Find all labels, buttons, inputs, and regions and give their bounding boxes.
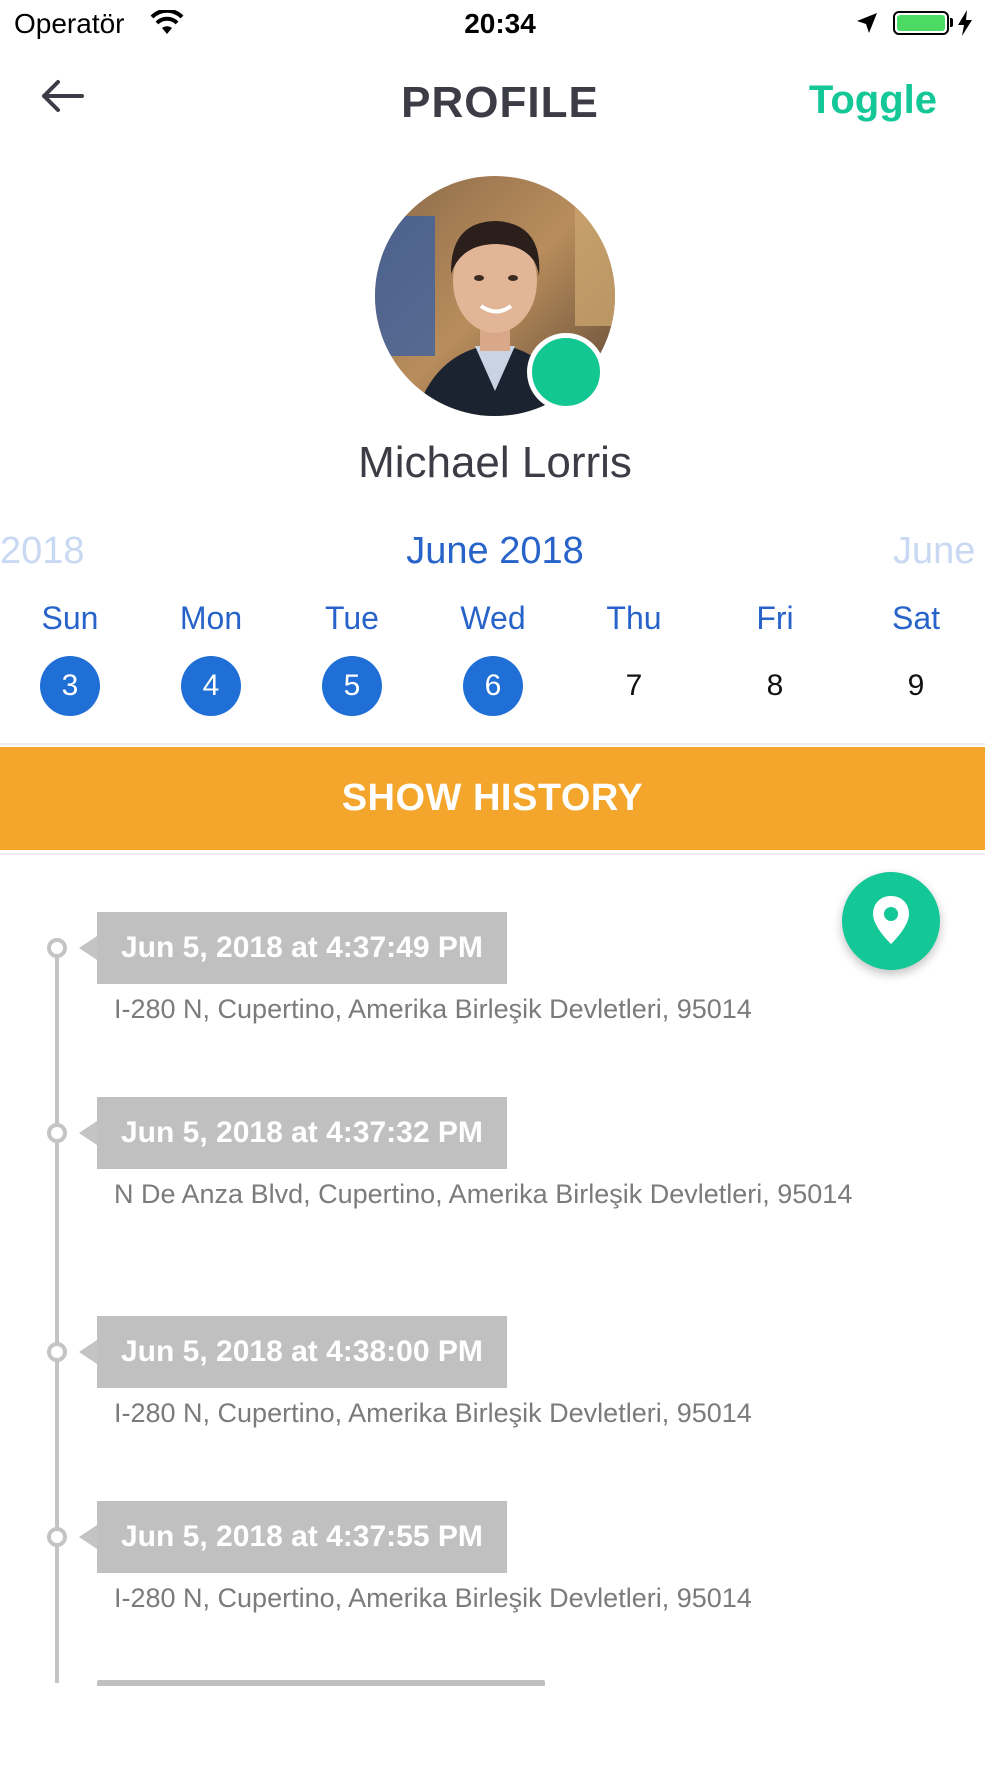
- status-time: 20:34: [464, 8, 536, 39]
- calendar-day[interactable]: 9: [886, 656, 946, 716]
- history-address: I-280 N, Cupertino, Amerika Birleşik Dev…: [114, 994, 752, 1024]
- history-time-badge: [97, 1680, 545, 1686]
- charging-bolt-icon: [958, 10, 972, 41]
- history-time-badge: Jun 5, 2018 at 4:38:00 PM: [97, 1316, 507, 1388]
- calendar-day[interactable]: 6: [463, 656, 523, 716]
- weekday-tue: Tue: [325, 600, 379, 636]
- battery-icon: [893, 11, 949, 35]
- timeline-node: [47, 938, 67, 958]
- month-current-label: June 2018: [406, 530, 584, 572]
- timeline-node: [47, 1342, 67, 1362]
- calendar-day[interactable]: 5: [322, 656, 382, 716]
- calendar-day[interactable]: 7: [604, 656, 664, 716]
- toggle-button[interactable]: Toggle: [809, 78, 937, 123]
- calendar-day[interactable]: 4: [181, 656, 241, 716]
- divider: [0, 853, 985, 855]
- weekday-wed: Wed: [460, 600, 526, 636]
- history-time-badge: Jun 5, 2018 at 4:37:32 PM: [97, 1097, 507, 1169]
- weekday-thu: Thu: [606, 600, 662, 636]
- history-address: I-280 N, Cupertino, Amerika Birleşik Dev…: [114, 1583, 752, 1613]
- weekday-mon: Mon: [179, 600, 243, 636]
- month-next-label[interactable]: June: [893, 530, 975, 573]
- profile-name: Michael Lorris: [358, 438, 632, 487]
- status-bar: Operatör 20:34: [0, 0, 1000, 50]
- history-time-badge: Jun 5, 2018 at 4:37:49 PM: [97, 912, 507, 984]
- show-history-button[interactable]: SHOW HISTORY: [0, 747, 985, 850]
- online-status-indicator: [527, 333, 605, 411]
- timeline-node: [47, 1527, 67, 1547]
- calendar-day[interactable]: 8: [745, 656, 805, 716]
- history-time-badge: Jun 5, 2018 at 4:37:55 PM: [97, 1501, 507, 1573]
- divider: [0, 743, 985, 745]
- history-address: I-280 N, Cupertino, Amerika Birleşik Dev…: [114, 1398, 752, 1428]
- weekday-sat: Sat: [891, 600, 941, 636]
- timeline-line: [55, 943, 59, 1683]
- history-address: N De Anza Blvd, Cupertino, Amerika Birle…: [114, 1179, 853, 1209]
- weekday-sun: Sun: [41, 600, 99, 636]
- location-arrow-icon: [855, 11, 879, 40]
- calendar-day[interactable]: 3: [40, 656, 100, 716]
- timeline-node: [47, 1123, 67, 1143]
- location-fab-button[interactable]: [842, 872, 940, 970]
- weekday-fri: Fri: [756, 600, 794, 636]
